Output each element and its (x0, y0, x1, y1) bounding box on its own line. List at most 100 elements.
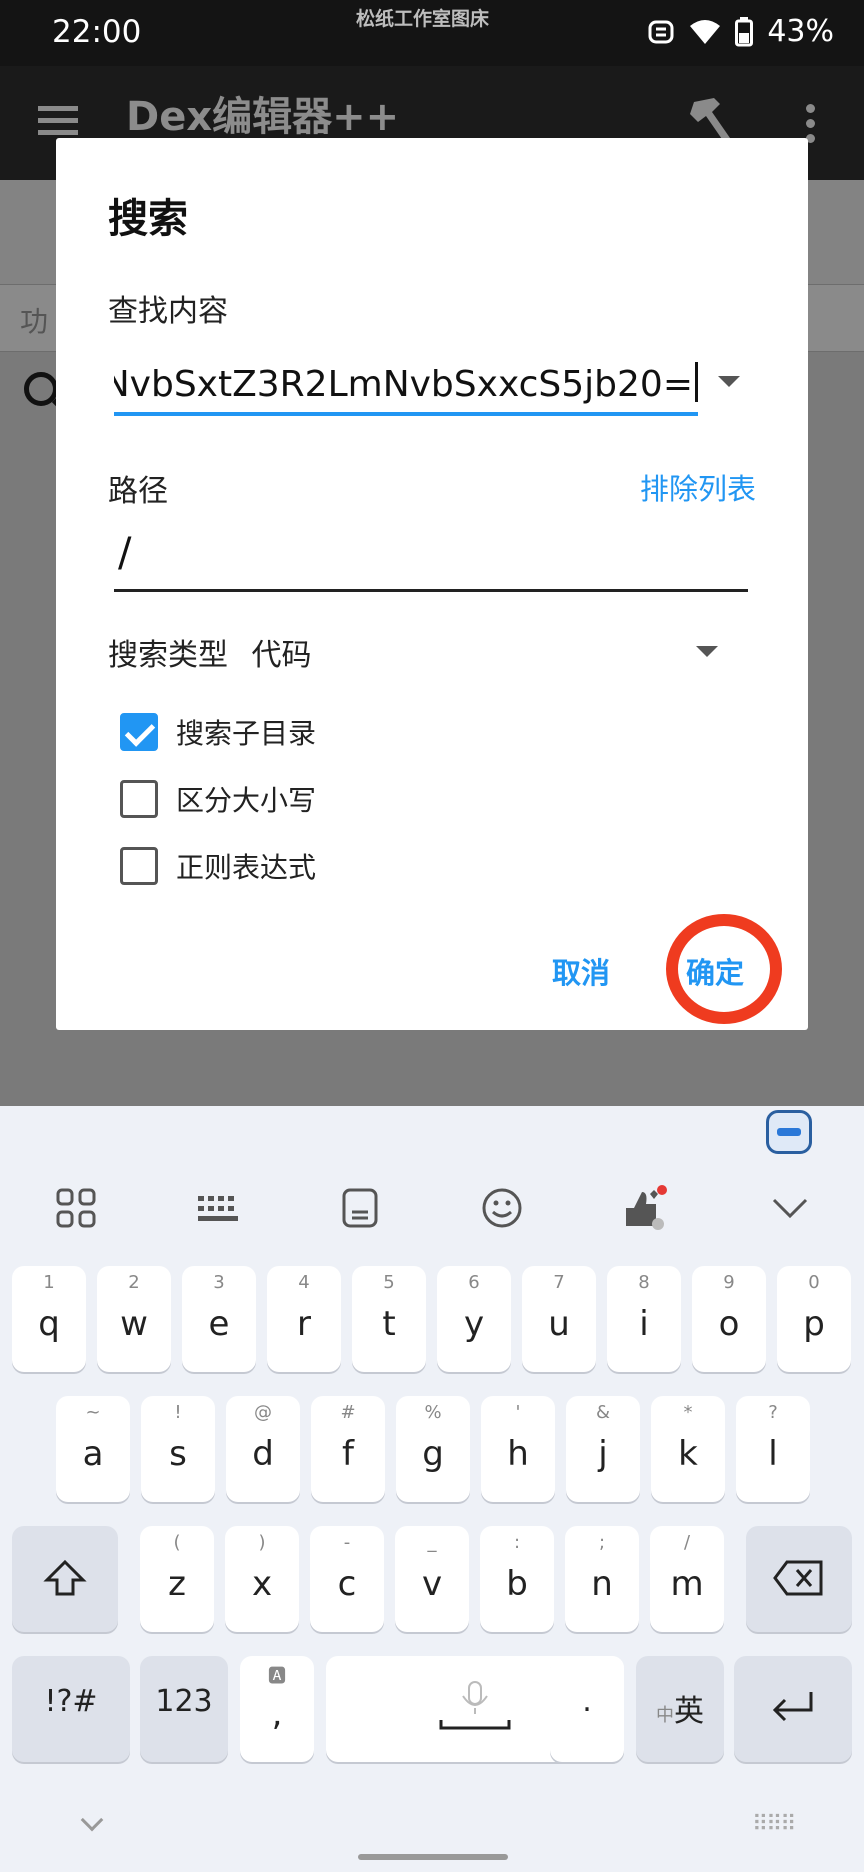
key-i[interactable]: 8i (607, 1266, 681, 1372)
symbols-key[interactable]: !?# (12, 1656, 130, 1762)
key-hint: * (683, 1402, 693, 1423)
key-hint: ? (768, 1402, 778, 1423)
key-label: b (506, 1564, 528, 1604)
key-g[interactable]: % g (396, 1396, 470, 1502)
emoji-icon[interactable] (478, 1184, 526, 1232)
key-x[interactable]: ) x (225, 1526, 299, 1632)
key-label: n (591, 1564, 613, 1604)
key-label: x (251, 1564, 273, 1604)
checkbox-unchecked-icon[interactable] (120, 780, 158, 818)
key-label: !?# (44, 1684, 98, 1719)
key-hint: 4 (298, 1272, 310, 1293)
key-label: p (803, 1304, 825, 1344)
comma-key[interactable]: 🅰, (240, 1656, 314, 1762)
key-t[interactable]: 5t (352, 1266, 426, 1372)
microphone-icon (439, 1681, 511, 1730)
key-label: q (38, 1304, 60, 1344)
enter-key[interactable] (734, 1656, 852, 1762)
checkbox-unchecked-icon[interactable] (120, 847, 158, 885)
key-label: 中英 (636, 1686, 724, 1730)
key-label: k (678, 1434, 698, 1474)
cancel-button[interactable]: 取消 (552, 950, 610, 992)
key-label: o (718, 1304, 740, 1344)
key-a[interactable]: ~ a (56, 1396, 130, 1502)
key-hint: : (513, 1532, 521, 1553)
battery-icon (735, 16, 754, 46)
menu-icon[interactable] (38, 106, 78, 136)
key-l[interactable]: ? l (736, 1396, 810, 1502)
key-h[interactable]: ' h (481, 1396, 555, 1502)
lang-main-label: 英 (674, 1694, 704, 1729)
key-hint: ( (173, 1532, 181, 1553)
keyboard-icon[interactable] (194, 1184, 242, 1232)
sync-icon (648, 20, 674, 43)
backspace-icon (773, 1560, 823, 1596)
key-r[interactable]: 4r (267, 1266, 341, 1372)
language-switch-key[interactable]: 中英 (636, 1656, 724, 1762)
checkbox-checked-icon[interactable] (120, 713, 158, 751)
key-hint: ' (515, 1402, 521, 1423)
assistant-robot-icon[interactable] (766, 1110, 812, 1154)
key-d[interactable]: @ d (226, 1396, 300, 1502)
option-regex[interactable]: 正则表达式 (120, 846, 316, 886)
option-case-sensitive[interactable]: 区分大小写 (120, 779, 316, 819)
key-label: f (342, 1434, 354, 1474)
exclude-list-link[interactable]: 排除列表 (640, 466, 756, 508)
period-key[interactable]: . (550, 1656, 624, 1762)
search-type-row[interactable]: 搜索类型 代码 (108, 630, 312, 674)
key-v[interactable]: _ v (395, 1526, 469, 1632)
key-s[interactable]: ! s (141, 1396, 215, 1502)
key-label: y (463, 1304, 485, 1344)
key-label: , (271, 1694, 283, 1734)
path-input[interactable]: / (114, 530, 748, 592)
backspace-key[interactable] (746, 1526, 852, 1632)
key-j[interactable]: & j (566, 1396, 640, 1502)
build-hammer-icon[interactable] (686, 94, 734, 144)
collapse-chevron-icon[interactable] (766, 1184, 814, 1232)
key-hint: # (340, 1402, 356, 1423)
key-q[interactable]: 1q (12, 1266, 86, 1372)
key-c[interactable]: -c (310, 1526, 384, 1632)
numbers-key[interactable]: 123 (140, 1656, 228, 1762)
key-u[interactable]: 7u (522, 1266, 596, 1372)
search-type-dropdown-icon[interactable] (696, 646, 718, 657)
background-tab-label: 功 (20, 305, 49, 338)
key-w[interactable]: 2w (97, 1266, 171, 1372)
key-label: u (548, 1304, 570, 1344)
option-label: 搜索子目录 (176, 717, 317, 750)
key-n[interactable]: ; n (565, 1526, 639, 1632)
key-y[interactable]: 6y (437, 1266, 511, 1372)
grid-icon[interactable] (52, 1184, 100, 1232)
key-hint: 0 (808, 1272, 820, 1293)
search-dialog: 搜索 查找内容 NvbSxtZ3R2LmNvbSxxcS5jb20= 路径 排除… (56, 138, 808, 1030)
key-e[interactable]: 3e (182, 1266, 256, 1372)
key-p[interactable]: 0p (777, 1266, 851, 1372)
key-b[interactable]: :b (480, 1526, 554, 1632)
key-k[interactable]: * k (651, 1396, 725, 1502)
option-search-subdirs[interactable]: 搜索子目录 (120, 712, 316, 752)
option-label: 区分大小写 (176, 784, 317, 817)
key-o[interactable]: 9o (692, 1266, 766, 1372)
clipboard-icon[interactable] (336, 1184, 384, 1232)
key-label: c (337, 1564, 357, 1604)
search-type-value: 代码 (251, 638, 312, 673)
key-hint: 5 (383, 1272, 395, 1293)
key-hint: 2 (128, 1272, 140, 1293)
key-hint: 9 (723, 1272, 735, 1293)
key-hint: 🅰 (268, 1666, 286, 1687)
gesture-nav-bar[interactable] (358, 1854, 508, 1860)
find-history-dropdown-icon[interactable] (718, 376, 740, 387)
sticker-icon[interactable] (620, 1184, 668, 1232)
keyboard-switch-icon[interactable]: ⠿⠿⠿ (752, 1812, 796, 1837)
key-label: i (639, 1304, 649, 1344)
shift-key[interactable] (12, 1526, 118, 1632)
find-content-input[interactable]: NvbSxtZ3R2LmNvbSxxcS5jb20= (114, 356, 698, 416)
key-label: w (120, 1304, 148, 1344)
key-z[interactable]: (z (140, 1526, 214, 1632)
key-m[interactable]: / m (650, 1526, 724, 1632)
key-label: g (422, 1434, 444, 1474)
key-label: a (82, 1434, 104, 1474)
key-hint: & (595, 1402, 611, 1423)
key-label: r (297, 1304, 311, 1344)
key-f[interactable]: # f (311, 1396, 385, 1502)
